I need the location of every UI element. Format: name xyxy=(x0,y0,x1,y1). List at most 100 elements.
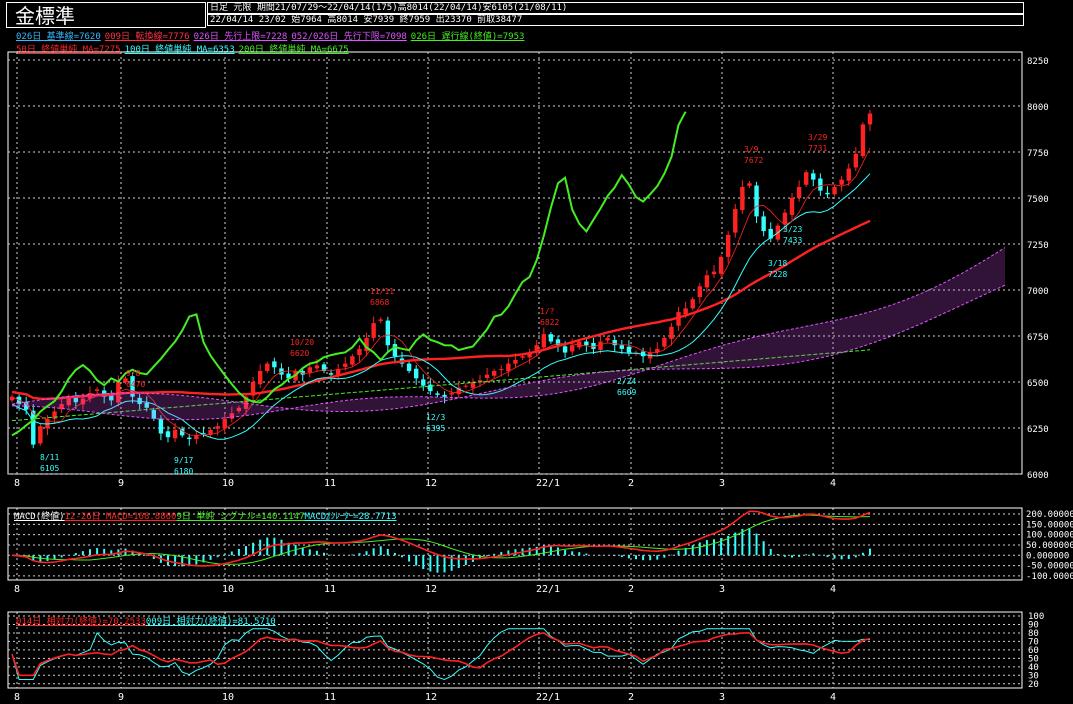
candle-body xyxy=(853,153,859,168)
price-x-tick-label: 11 xyxy=(324,478,336,489)
rsi9-line xyxy=(11,628,871,681)
price-annotation-value: 6180 xyxy=(174,467,193,476)
macd-x-tick-label: 9 xyxy=(118,584,124,595)
price-x-tick-label: 8 xyxy=(14,478,20,489)
candle-body xyxy=(442,394,447,397)
candle-body xyxy=(378,319,383,321)
price-y-tick-label: 6250 xyxy=(1027,425,1049,435)
candle-body xyxy=(725,234,731,257)
candle-body xyxy=(435,393,440,395)
candle-body xyxy=(506,363,511,372)
rsi-x-tick-label: 8 xyxy=(14,692,20,703)
candle-body xyxy=(385,320,391,346)
price-annotation-date: 11/11 xyxy=(370,287,394,296)
candle-body xyxy=(803,172,809,185)
rsi-x-tick-label: 12 xyxy=(425,692,437,703)
candle-body xyxy=(605,337,610,341)
candle-body xyxy=(484,374,490,378)
candle-body xyxy=(704,275,710,288)
price-annotation-value: 6395 xyxy=(426,424,445,433)
candle-body xyxy=(825,192,830,195)
candle-body xyxy=(612,340,617,346)
candle-body xyxy=(314,365,320,369)
candle-body xyxy=(187,437,192,440)
candle-body xyxy=(406,363,412,371)
price-x-tick-label: 4 xyxy=(830,478,836,489)
candle-body xyxy=(548,334,554,342)
candle-body xyxy=(818,178,823,191)
candle-body xyxy=(761,216,766,232)
candle-body xyxy=(413,368,419,379)
candle-body xyxy=(796,186,802,198)
candle-body xyxy=(307,367,313,373)
macd-x-tick-label: 11 xyxy=(324,584,336,595)
price-x-tick-label: 12 xyxy=(425,478,437,489)
macd-y-tick-label: 50.000000 xyxy=(1026,541,1073,551)
macd-x-tick-label: 4 xyxy=(830,584,836,595)
candle-body xyxy=(392,344,398,357)
candle-body xyxy=(222,418,227,429)
rsi-legend-item-1: 009日 相対力(終値)=81.5710 xyxy=(145,617,276,627)
candle-body xyxy=(662,337,667,347)
ma50-line xyxy=(11,219,871,401)
price-annotation-date: 3/9 xyxy=(744,145,759,154)
candle-body xyxy=(449,393,454,395)
macd-y-tick-label: 100.000000 xyxy=(1026,531,1073,541)
candle-body xyxy=(832,186,837,195)
candle-body xyxy=(711,271,717,275)
candle-body xyxy=(343,363,348,367)
candle-body xyxy=(718,256,724,274)
chart-canvas: 6000625065006750700072507500775080008250… xyxy=(7,51,1073,703)
price-annotation-value: 6470 xyxy=(126,380,145,389)
price-x-tick-label: 9 xyxy=(118,478,124,489)
price-annotation-value: 6620 xyxy=(290,349,309,358)
candle-body xyxy=(782,212,788,225)
macd-y-tick-label: -100.00000 xyxy=(1026,572,1073,582)
price-x-tick-label: 22/1 xyxy=(536,478,560,489)
price-annotation-value: 6822 xyxy=(540,318,559,327)
candle-body xyxy=(194,435,199,440)
price-x-tick-label: 10 xyxy=(222,478,234,489)
candle-body xyxy=(846,168,851,181)
macd-y-tick-label: -50.00000 xyxy=(1026,562,1073,572)
macd-y-tick-label: 150.000000 xyxy=(1026,520,1073,530)
candle-body xyxy=(562,346,568,353)
candle-body xyxy=(669,326,674,339)
candle-body xyxy=(491,370,497,376)
macd-x-tick-label: 22/1 xyxy=(536,584,560,595)
macd-x-tick-label: 3 xyxy=(719,584,725,595)
price-annotation-value: 7672 xyxy=(744,156,763,165)
candle-body xyxy=(371,323,376,338)
macd-x-tick-label: 12 xyxy=(425,584,437,595)
candle-body xyxy=(357,348,362,356)
macd-x-tick-label: 2 xyxy=(628,584,634,595)
candle-body xyxy=(683,308,688,315)
macd-x-tick-label: 8 xyxy=(14,584,20,595)
macd-legend-item-3: MACDｵｼﾚｰﾀｰ=28.7713 xyxy=(304,512,397,522)
macd-signal-line xyxy=(11,514,871,565)
candle-body xyxy=(626,346,632,353)
price-y-tick-label: 8250 xyxy=(1027,57,1049,67)
candle-body xyxy=(520,356,525,358)
macd-legend-item-1: 12-26日 MACD=168.8860 xyxy=(64,512,177,522)
candle-body xyxy=(421,379,426,386)
price-y-tick-label: 6500 xyxy=(1027,379,1049,389)
candle-body xyxy=(690,299,695,309)
macd-legend: MACD(終値)12-26日 MACD=168.88609日 単純 シグナル=1… xyxy=(14,509,397,522)
price-y-tick-label: 8000 xyxy=(1027,103,1049,113)
candle-body xyxy=(754,185,759,217)
price-annotation-date: 9/17 xyxy=(174,456,193,465)
candle-body xyxy=(165,431,171,438)
rsi14-line xyxy=(11,632,871,677)
price-annotation-date: 2/24 xyxy=(617,377,636,386)
price-x-tick-label: 3 xyxy=(719,478,725,489)
candle-body xyxy=(52,411,57,419)
price-annotation-value: 7731 xyxy=(808,144,827,153)
candle-body xyxy=(839,179,844,185)
price-y-tick-label: 7750 xyxy=(1027,149,1049,159)
price-y-tick-label: 7000 xyxy=(1027,287,1049,297)
chart-window: 金標準 日足 元限 期間21/07/29～22/04/14(175)高8014(… xyxy=(0,0,1073,704)
macd-x-tick-label: 10 xyxy=(222,584,234,595)
price-annotation-date: 3/23 xyxy=(783,225,802,234)
price-annotation-date: 9/8 xyxy=(126,369,141,378)
